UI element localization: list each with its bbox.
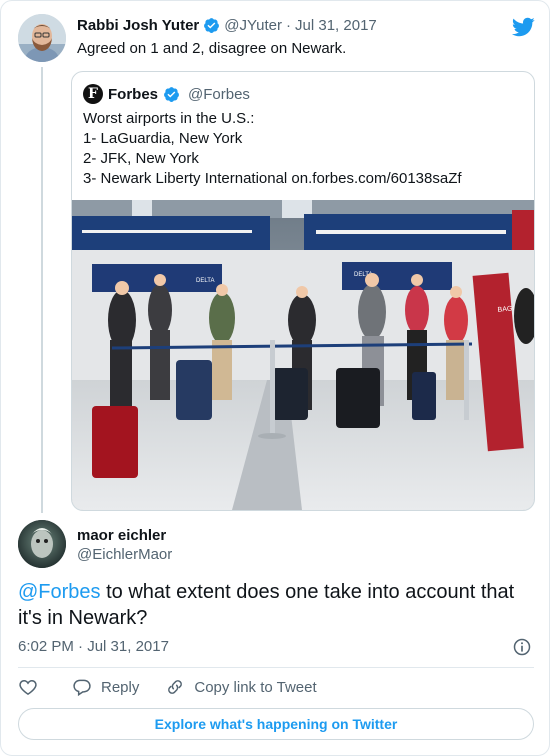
tweet-actions: Reply Copy link to Tweet: [18, 677, 317, 697]
tweet-embed-card: Rabbi Josh Yuter @JYuter · Jul 31, 2017 …: [0, 0, 550, 756]
heart-icon: [19, 679, 37, 695]
quoted-tweet-text: Worst airports in the U.S.: 1- LaGuardia…: [83, 109, 462, 189]
tweet-timestamp[interactable]: 6:02 PM · Jul 31, 2017: [18, 638, 169, 655]
explore-twitter-button[interactable]: Explore what's happening on Twitter: [18, 708, 534, 740]
meta-separator: ·: [78, 638, 84, 655]
copy-link-label: Copy link to Tweet: [194, 678, 317, 696]
quoted-tweet[interactable]: F Forbes @Forbes Worst airports in the U…: [71, 71, 535, 511]
parent-tweet-text: Agreed on 1 and 2, disagree on Newark.: [77, 40, 347, 57]
quoted-tweet-header: F Forbes @Forbes: [83, 84, 250, 104]
tweet-date: Jul 31, 2017: [87, 638, 169, 655]
author-name[interactable]: Rabbi Josh Yuter: [77, 17, 199, 34]
reply-icon: [73, 679, 91, 697]
airport-photo[interactable]: DELTA DELTA BAGGAGE: [72, 200, 534, 510]
thread-connector-line: [41, 67, 43, 513]
quoted-author-handle: @Forbes: [188, 85, 250, 103]
reply-label: Reply: [101, 678, 140, 696]
reply-button[interactable]: Reply: [72, 677, 139, 697]
quoted-line: 3- Newark Liberty International on.forbe…: [83, 170, 462, 187]
parent-tweet-header: Rabbi Josh Yuter @JYuter · Jul 31, 2017: [77, 17, 377, 34]
delta-sign-left: DELTA: [196, 278, 214, 284]
forbes-logo: F: [83, 84, 103, 104]
quoted-line: Worst airports in the U.S.:: [83, 110, 255, 127]
divider: [18, 667, 534, 668]
reply-author-handle[interactable]: @EichlerMaor: [77, 546, 172, 563]
reply-tweet-text: @Forbes to what extent does one take int…: [18, 579, 528, 631]
like-button[interactable]: [18, 677, 38, 697]
avatar[interactable]: [18, 14, 66, 62]
quoted-line: 2- JFK, New York: [83, 150, 199, 167]
tweet-time: 6:02 PM: [18, 638, 74, 655]
author-handle[interactable]: @JYuter: [224, 17, 282, 34]
quoted-author-name: Forbes: [108, 85, 159, 103]
link-icon: [168, 680, 183, 694]
quoted-line: 1- LaGuardia, New York: [83, 130, 243, 147]
tweet-date[interactable]: Jul 31, 2017: [295, 17, 377, 34]
copy-link-button[interactable]: Copy link to Tweet: [165, 677, 317, 697]
info-icon[interactable]: [512, 637, 532, 657]
meta-separator: ·: [286, 17, 292, 34]
reply-author-name[interactable]: maor eichler: [77, 527, 166, 544]
verified-badge-icon: [204, 18, 220, 33]
mention-link[interactable]: @Forbes: [18, 581, 101, 603]
verified-badge-icon: [164, 86, 179, 102]
avatar[interactable]: [18, 520, 66, 568]
twitter-bird-icon[interactable]: [511, 15, 535, 39]
